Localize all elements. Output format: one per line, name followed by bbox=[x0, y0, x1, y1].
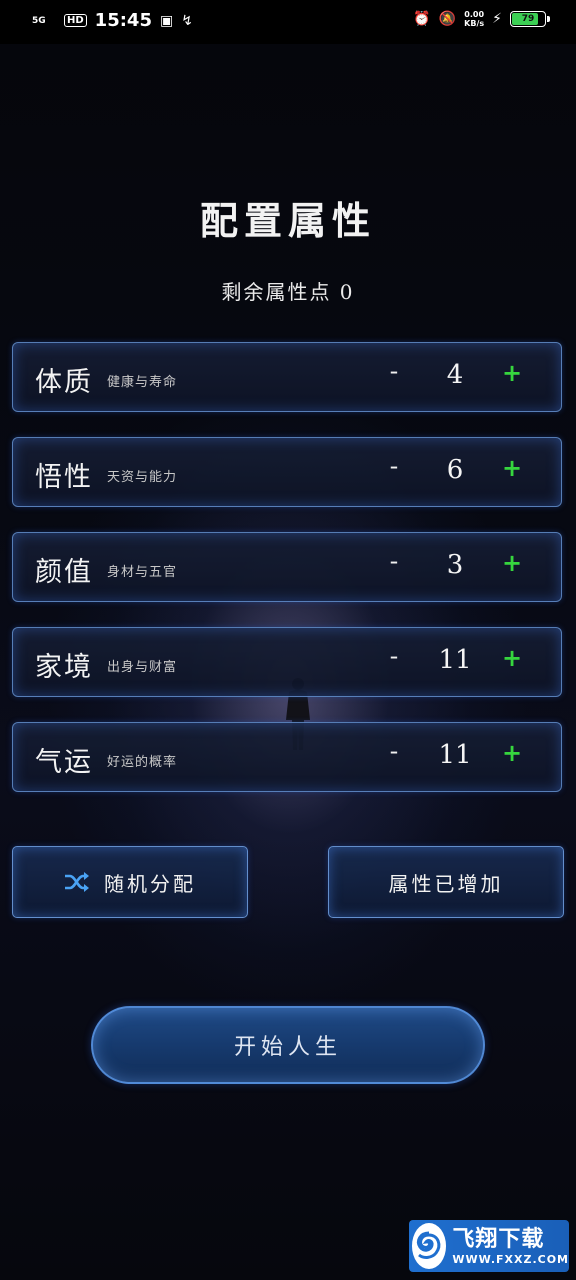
network-speed: 0.00 KB/s bbox=[464, 10, 484, 28]
attribute-value: 11 bbox=[438, 740, 472, 770]
watermark-text: 飞翔下载 WWW.FXXZ.COM bbox=[452, 1227, 569, 1266]
decrease-button[interactable]: - bbox=[381, 357, 407, 393]
attribute-description: 好运的概率 bbox=[107, 755, 178, 770]
network-speed-value: 0.00 bbox=[464, 10, 485, 19]
site-watermark: 飞翔下载 WWW.FXXZ.COM bbox=[409, 1220, 569, 1272]
increase-button[interactable]: + bbox=[499, 739, 525, 773]
hd-badge: HD bbox=[64, 14, 87, 27]
decrease-button[interactable]: - bbox=[381, 452, 407, 488]
attribute-row-appearance: 颜值 身材与五官 - 3 + bbox=[12, 532, 562, 602]
game-screen: 5G HD 15:45 ▣ ↯ ⏰ 🔕 0.00 KB/s ⚡ 79 配置属性 … bbox=[0, 0, 576, 1280]
attribute-description: 出身与财富 bbox=[107, 660, 178, 675]
start-life-label: 开始人生 bbox=[233, 1035, 342, 1060]
attribute-value: 4 bbox=[446, 360, 464, 390]
status-left: 5G HD 15:45 ▣ ↯ bbox=[32, 10, 193, 31]
page-title: 配置属性 bbox=[199, 198, 376, 243]
attribute-description: 身材与五官 bbox=[107, 565, 178, 580]
status-right: ⏰ 🔕 0.00 KB/s ⚡ 79 bbox=[413, 10, 550, 28]
attribute-name: 气运 bbox=[35, 747, 93, 778]
watermark-title: 飞翔下载 bbox=[452, 1226, 545, 1252]
watermark-swirl-icon bbox=[417, 1231, 441, 1259]
attribute-name: 颜值 bbox=[35, 557, 93, 588]
battery-tip bbox=[547, 16, 550, 22]
attribute-value: 3 bbox=[446, 550, 464, 580]
watermark-logo-icon bbox=[412, 1223, 447, 1269]
status-bar: 5G HD 15:45 ▣ ↯ ⏰ 🔕 0.00 KB/s ⚡ 79 bbox=[0, 0, 576, 44]
decrease-button[interactable]: - bbox=[381, 547, 407, 583]
attribute-name: 悟性 bbox=[35, 462, 93, 493]
mute-bell-icon: 🔕 bbox=[438, 11, 457, 27]
attribute-description: 天资与能力 bbox=[107, 470, 178, 485]
network-speed-unit: KB/s bbox=[464, 19, 485, 28]
nfc-icon: ▣ bbox=[159, 12, 174, 29]
shuffle-icon bbox=[65, 872, 89, 892]
increase-button[interactable]: + bbox=[499, 644, 525, 678]
decrease-button[interactable]: - bbox=[381, 737, 407, 773]
attribute-row-constitution: 体质 健康与寿命 - 4 + bbox=[12, 342, 562, 412]
signal-indicator: 5G bbox=[32, 15, 46, 26]
attribute-row-family: 家境 出身与财富 - 11 + bbox=[12, 627, 562, 697]
increase-button[interactable]: + bbox=[499, 549, 525, 583]
charging-icon: ⚡ bbox=[492, 11, 502, 27]
battery-level: 79 bbox=[521, 14, 535, 24]
attribute-value: 6 bbox=[446, 455, 464, 485]
attributes-added-label: 属性已增加 bbox=[388, 871, 504, 896]
start-life-button[interactable]: 开始人生 bbox=[91, 1006, 485, 1084]
attribute-description: 健康与寿命 bbox=[107, 375, 178, 390]
alarm-icon: ⏰ bbox=[413, 11, 431, 27]
usb-icon: ↯ bbox=[181, 12, 193, 29]
decrease-button[interactable]: - bbox=[381, 642, 407, 678]
attributes-added-button[interactable]: 属性已增加 bbox=[328, 846, 564, 918]
battery-icon: 79 bbox=[510, 11, 550, 27]
watermark-url: WWW.FXXZ.COM bbox=[452, 1252, 569, 1266]
increase-button[interactable]: + bbox=[499, 359, 525, 393]
random-allocate-label: 随机分配 bbox=[104, 871, 196, 896]
attribute-row-comprehension: 悟性 天资与能力 - 6 + bbox=[12, 437, 562, 507]
attribute-name: 家境 bbox=[35, 652, 93, 683]
increase-button[interactable]: + bbox=[499, 454, 525, 488]
attribute-row-luck: 气运 好运的概率 - 11 + bbox=[12, 722, 562, 792]
attribute-name: 体质 bbox=[35, 367, 93, 398]
attribute-value: 11 bbox=[438, 645, 472, 675]
random-allocate-button[interactable]: 随机分配 bbox=[12, 846, 248, 918]
remaining-points: 剩余属性点 0 bbox=[221, 280, 355, 304]
clock: 15:45 bbox=[94, 10, 152, 31]
